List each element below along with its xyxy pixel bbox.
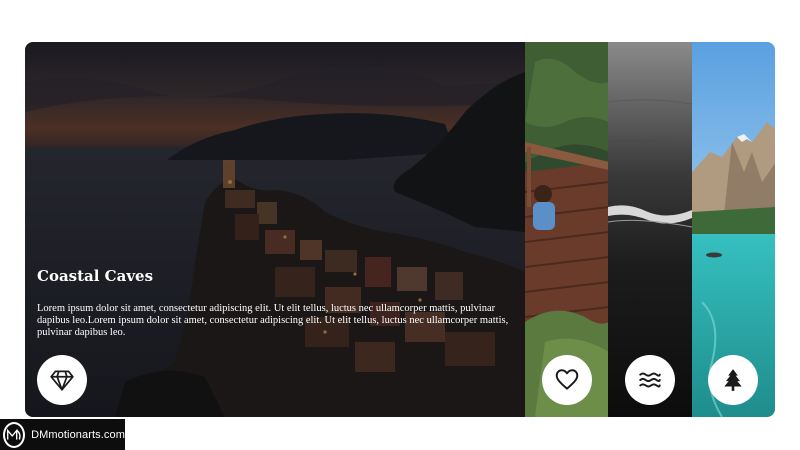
- tree-icon: [724, 369, 742, 391]
- brand-label: DMmotionarts.com: [31, 428, 125, 441]
- waves-icon: [639, 372, 661, 388]
- panel-ocean[interactable]: [608, 42, 692, 417]
- panel-coastal-caves[interactable]: Coastal Caves Lorem ipsum dolor sit amet…: [25, 42, 525, 417]
- panel-caption: Coastal Caves Lorem ipsum dolor sit amet…: [37, 267, 511, 339]
- image-accordion: Coastal Caves Lorem ipsum dolor sit amet…: [25, 42, 775, 417]
- tree-button[interactable]: [708, 355, 759, 405]
- panel-deck[interactable]: [525, 42, 609, 417]
- diamond-icon: [50, 370, 74, 391]
- dm-logo-icon: [3, 421, 26, 448]
- heart-button[interactable]: [541, 355, 592, 405]
- brand-badge[interactable]: DMmotionarts.com: [0, 419, 125, 450]
- panel-mountain[interactable]: [691, 42, 775, 417]
- panel-description: Lorem ipsum dolor sit amet, consectetur …: [37, 303, 509, 339]
- coastal-village-image: [25, 42, 525, 417]
- waves-button[interactable]: [624, 355, 675, 405]
- panel-title: Coastal Caves: [37, 267, 154, 285]
- diamond-button[interactable]: [37, 355, 87, 405]
- heart-icon: [555, 369, 578, 390]
